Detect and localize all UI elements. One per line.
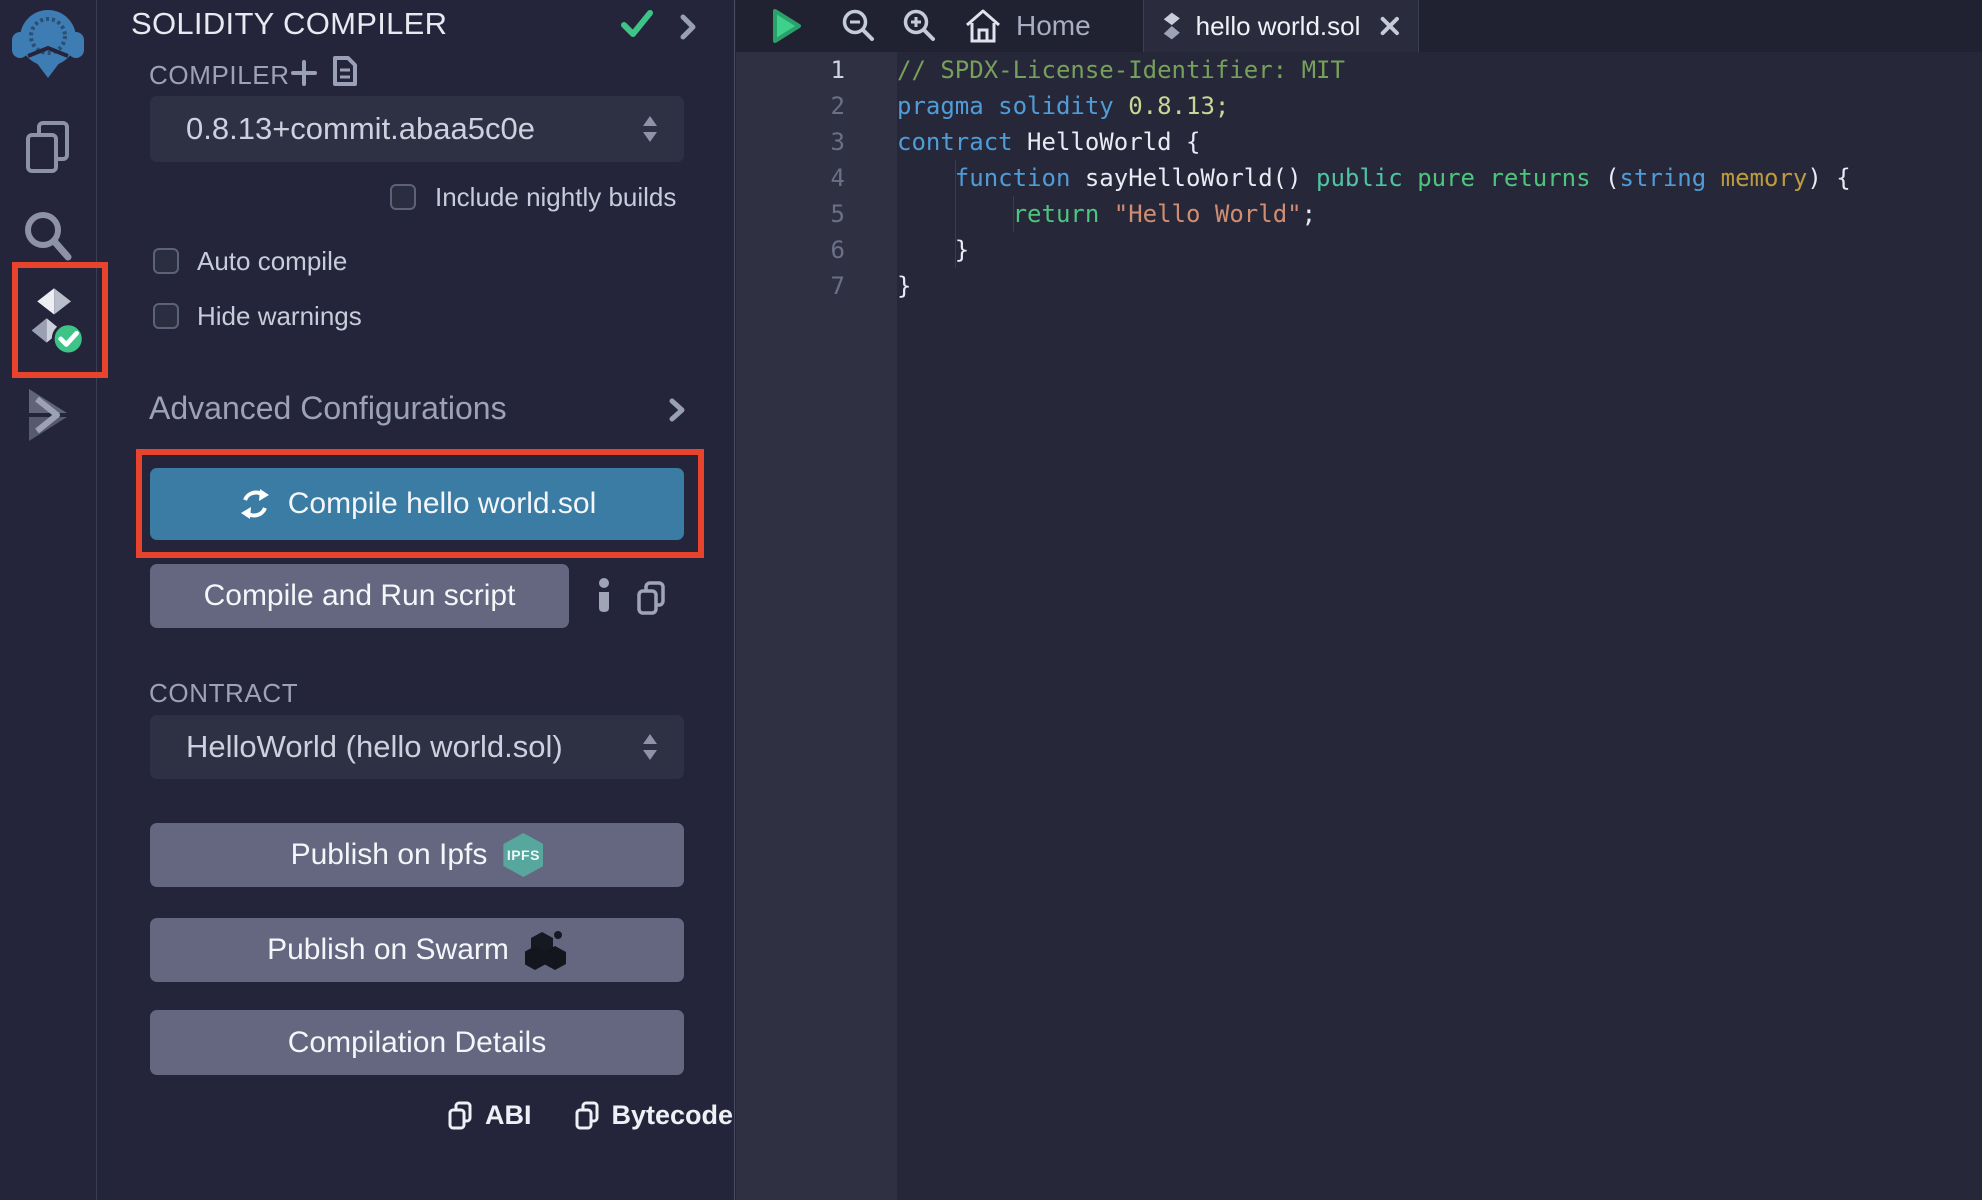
line-number: 4 bbox=[736, 160, 897, 196]
refresh-icon bbox=[238, 487, 272, 521]
remix-logo[interactable] bbox=[10, 4, 86, 80]
home-icon bbox=[964, 8, 1002, 44]
code-line[interactable]: // SPDX-License-Identifier: MIT bbox=[897, 52, 1982, 88]
zoom-out-button[interactable] bbox=[839, 0, 877, 52]
solidity-file-icon bbox=[1162, 10, 1182, 42]
copy-abi-button[interactable]: ABI bbox=[447, 1100, 532, 1131]
code-line[interactable]: } bbox=[897, 268, 1982, 304]
editor-area: Home hello world.sol 1234567 // SPDX-Lic… bbox=[736, 0, 1982, 1200]
abi-bytecode-row: ABI Bytecode bbox=[447, 1100, 733, 1131]
publish-ipfs-button[interactable]: Publish on Ipfs IPFS bbox=[150, 823, 684, 887]
code-line[interactable]: return "Hello World"; bbox=[897, 196, 1982, 232]
sidebar-item-file-explorer[interactable] bbox=[22, 118, 74, 178]
zoom-in-icon bbox=[900, 7, 938, 45]
compiler-section-label: COMPILER bbox=[149, 60, 290, 91]
play-icon bbox=[770, 7, 804, 45]
add-compiler-icon[interactable] bbox=[291, 60, 317, 86]
line-number: 1 bbox=[736, 52, 897, 88]
zoom-out-icon bbox=[839, 7, 877, 45]
ipfs-icon: IPFS bbox=[503, 833, 543, 877]
advanced-configurations-toggle[interactable]: Advanced Configurations bbox=[149, 390, 507, 427]
search-icon bbox=[21, 208, 75, 264]
auto-compile-checkbox[interactable] bbox=[153, 248, 179, 274]
line-number: 2 bbox=[736, 88, 897, 124]
compile-and-run-label: Compile and Run script bbox=[204, 579, 516, 613]
line-number: 7 bbox=[736, 268, 897, 304]
compiler-version-value: 0.8.13+commit.abaa5c0e bbox=[186, 111, 535, 147]
copy-script-icon[interactable] bbox=[635, 580, 667, 616]
auto-compile-label: Auto compile bbox=[197, 246, 347, 277]
editor-tabbar: Home hello world.sol bbox=[736, 0, 1982, 52]
line-number: 3 bbox=[736, 124, 897, 160]
compiler-file-icon[interactable] bbox=[331, 54, 359, 88]
code-line[interactable]: } bbox=[897, 232, 1982, 268]
publish-ipfs-label: Publish on Ipfs bbox=[291, 838, 488, 872]
copy-bytecode-button[interactable]: Bytecode bbox=[574, 1100, 734, 1131]
tab-home-label: Home bbox=[1016, 10, 1091, 42]
select-caret-icon bbox=[642, 733, 658, 761]
code-line[interactable]: pragma solidity 0.8.13; bbox=[897, 88, 1982, 124]
publish-swarm-button[interactable]: Publish on Swarm bbox=[150, 918, 684, 982]
panel-title: SOLIDITY COMPILER bbox=[131, 6, 447, 42]
tab-file-label: hello world.sol bbox=[1196, 11, 1361, 42]
icon-sidebar bbox=[0, 0, 97, 1200]
select-caret-icon bbox=[642, 115, 658, 143]
contract-select-value: HelloWorld (hello world.sol) bbox=[186, 729, 563, 765]
nightly-builds-checkbox[interactable] bbox=[390, 184, 416, 210]
compiler-version-select[interactable]: 0.8.13+commit.abaa5c0e bbox=[150, 96, 684, 162]
code-lines: // SPDX-License-Identifier: MITpragma so… bbox=[897, 52, 1982, 304]
zoom-in-button[interactable] bbox=[900, 0, 938, 52]
contract-section-label: CONTRACT bbox=[149, 678, 298, 709]
info-icon[interactable] bbox=[597, 578, 611, 616]
copy-icon bbox=[447, 1101, 473, 1131]
run-script-button[interactable] bbox=[770, 0, 804, 52]
solidity-compiler-panel: SOLIDITY COMPILER COMPILER 0.8.13+commit… bbox=[97, 0, 735, 1200]
line-number: 5 bbox=[736, 196, 897, 232]
publish-swarm-label: Publish on Swarm bbox=[267, 933, 509, 967]
copy-icon bbox=[574, 1101, 600, 1131]
solidity-compiler-icon bbox=[26, 284, 86, 360]
contract-select[interactable]: HelloWorld (hello world.sol) bbox=[150, 715, 684, 779]
indent-guide bbox=[1013, 196, 1014, 232]
remix-logo-icon bbox=[10, 4, 86, 80]
hide-warnings-label: Hide warnings bbox=[197, 301, 362, 332]
hide-warnings-checkbox[interactable] bbox=[153, 303, 179, 329]
nightly-builds-label: Include nightly builds bbox=[435, 182, 676, 213]
compile-button-label: Compile hello world.sol bbox=[288, 487, 596, 521]
tab-hello-world-sol[interactable]: hello world.sol bbox=[1143, 0, 1419, 52]
compile-success-check-icon bbox=[621, 10, 653, 38]
compilation-details-label: Compilation Details bbox=[288, 1026, 546, 1060]
compilation-details-button[interactable]: Compilation Details bbox=[150, 1010, 684, 1075]
gutter: 1234567 bbox=[736, 52, 897, 1200]
remix-ide-screen: SOLIDITY COMPILER COMPILER 0.8.13+commit… bbox=[0, 0, 1982, 1200]
sidebar-item-deploy-run[interactable] bbox=[22, 386, 74, 444]
indent-guide bbox=[955, 160, 956, 268]
line-number: 6 bbox=[736, 232, 897, 268]
compile-button[interactable]: Compile hello world.sol bbox=[150, 468, 684, 540]
abi-label: ABI bbox=[485, 1100, 532, 1131]
compile-and-run-button[interactable]: Compile and Run script bbox=[150, 564, 569, 628]
tab-home[interactable]: Home bbox=[964, 0, 1091, 52]
swarm-icon bbox=[525, 930, 567, 970]
panel-collapse-chevron-icon[interactable] bbox=[679, 14, 697, 40]
close-tab-icon[interactable] bbox=[1380, 15, 1400, 37]
bytecode-label: Bytecode bbox=[612, 1100, 734, 1131]
deploy-run-icon bbox=[23, 387, 73, 443]
file-explorer-icon bbox=[23, 119, 73, 177]
sidebar-item-search[interactable] bbox=[20, 206, 76, 266]
code-line[interactable]: function sayHelloWorld() public pure ret… bbox=[897, 160, 1982, 196]
sidebar-item-solidity-compiler[interactable] bbox=[26, 284, 86, 360]
advanced-chevron-icon[interactable] bbox=[669, 398, 685, 422]
code-line[interactable]: contract HelloWorld { bbox=[897, 124, 1982, 160]
